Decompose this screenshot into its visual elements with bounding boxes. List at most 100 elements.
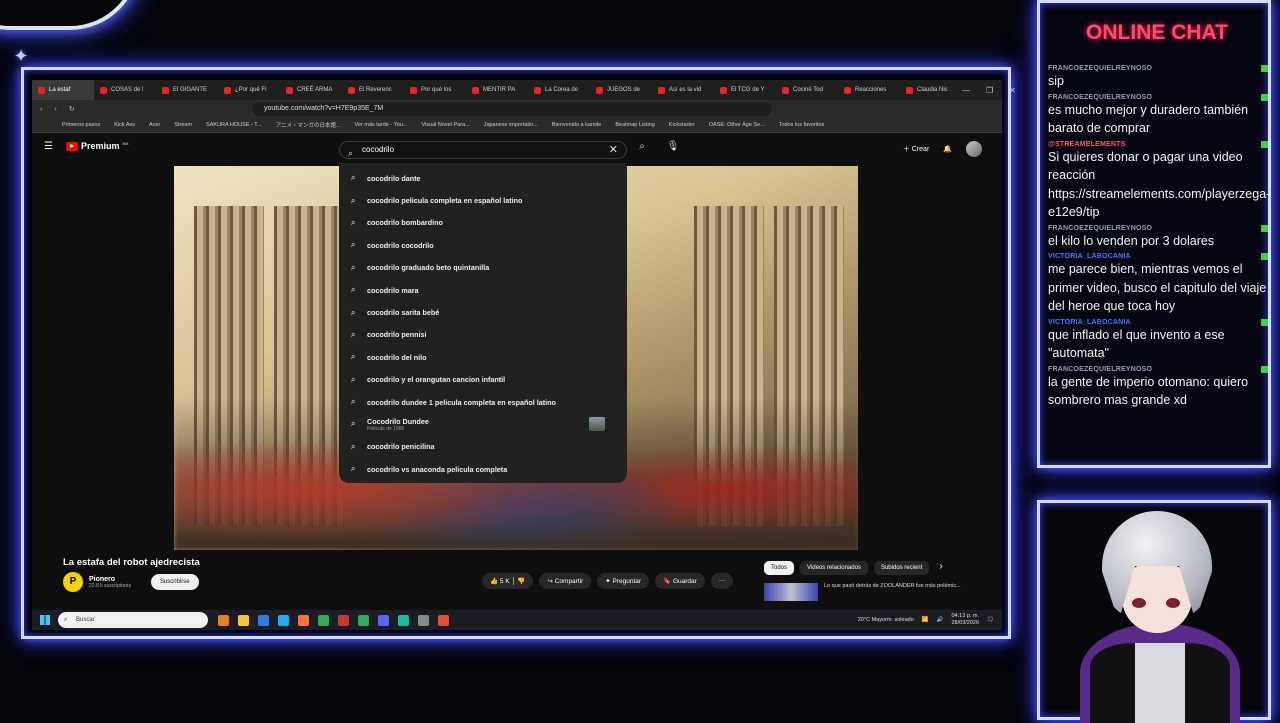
browser-tab[interactable]: La estaf [32, 80, 94, 100]
weather-status[interactable]: 20°C Mayorm. soleado [858, 617, 914, 623]
reload-icon[interactable]: ↻ [69, 105, 75, 113]
browser-tab[interactable]: CREÉ ARMA [280, 80, 342, 100]
browser-tab[interactable]: Cociné Tod [776, 80, 838, 100]
chrome-icon[interactable] [318, 614, 329, 626]
filter-chip[interactable]: Todos [764, 561, 795, 575]
url-field[interactable]: youtube.com/watch?v=H7E9p35E_7M [252, 102, 772, 116]
taskbar-search[interactable]: Buscar [58, 612, 208, 628]
like-count: 5 K [499, 578, 510, 585]
browser-tab[interactable]: El GIGANTE [156, 80, 218, 100]
folder-icon[interactable] [238, 614, 249, 626]
create-button[interactable]: ＋ Crear [903, 144, 929, 154]
avatar-shirt [1135, 643, 1185, 723]
bookmark-item[interactable]: Kickstarter [669, 122, 695, 128]
suggested-video[interactable]: Lo que pasó detrás de ZOOLANDER fue más … [764, 583, 964, 603]
back-icon[interactable]: ‹ [40, 106, 42, 113]
search-suggestion[interactable]: ⌕ cocodrilo graduado beto quintanilla [339, 257, 627, 279]
bookmark-item[interactable]: Acer [149, 122, 160, 128]
steam-icon[interactable] [418, 614, 429, 626]
volume-icon[interactable]: 🔊 [937, 617, 944, 623]
bookmark-item[interactable]: Todos los favoritos [779, 122, 825, 128]
brave-icon[interactable] [218, 614, 229, 626]
search-suggestions-dropdown: ⌕ cocodrilo dante ⌕ cocodrilo pelicula comp… [339, 163, 627, 483]
edge-icon[interactable] [278, 614, 289, 626]
obs-icon[interactable] [438, 614, 449, 626]
app-icon[interactable] [338, 614, 349, 626]
search-suggestion[interactable]: ⌕ cocodrilo vs anaconda pelicula completa [339, 458, 627, 480]
share-button[interactable]: ↪ Compartir [539, 573, 592, 589]
avatar-eye [1166, 598, 1180, 608]
more-actions-button[interactable]: ··· [710, 573, 734, 589]
channel-avatar[interactable]: P [63, 572, 83, 592]
clear-search-icon[interactable]: ✕ [609, 142, 618, 158]
like-button[interactable]: 👍 5 K │ 👎 [482, 573, 534, 589]
filter-chip[interactable]: Subidos recient [873, 561, 930, 575]
search-button[interactable]: ⌕ [632, 141, 652, 159]
firefox-icon[interactable] [298, 614, 309, 626]
dislike-icon[interactable]: 👎 [517, 578, 525, 585]
bookmark-item[interactable]: アニメ・マンガの日本語... [276, 121, 341, 129]
browser-tab[interactable]: Por qué los [404, 80, 466, 100]
close-icon[interactable]: ✕ [1009, 86, 1016, 95]
bookmark-item[interactable]: SAKURA HOUSE - T... [206, 122, 262, 128]
search-input[interactable]: ⌕ cocodrilo ✕ [339, 141, 627, 159]
browser-tab[interactable]: COSAS de l [94, 80, 156, 100]
account-avatar[interactable] [966, 141, 982, 157]
search-suggestion[interactable]: ⌕ cocodrilo mara [339, 279, 627, 301]
ask-button[interactable]: ✦ Preguntar [597, 573, 650, 589]
browser-tab[interactable]: El TCG de Y [714, 80, 776, 100]
bookmark-item[interactable]: Kick Ass [114, 122, 135, 128]
search-suggestion[interactable]: ⌕ cocodrilo pelicula completa en español … [339, 189, 627, 211]
browser-tab[interactable]: MENTIR PA [466, 80, 528, 100]
bookmark-item[interactable]: Visual Novel Para... [421, 122, 469, 128]
browser-tab[interactable]: Reacciones [838, 80, 900, 100]
menu-icon[interactable]: ☰ [44, 141, 53, 152]
notifications-icon[interactable]: 🗨 [987, 617, 994, 623]
search-suggestion[interactable]: ⌕ cocodrilo del nilo [339, 346, 627, 368]
youtube-favicon-icon [534, 86, 541, 94]
app-icon[interactable] [358, 614, 369, 626]
subscribe-button[interactable]: Suscribirse [150, 574, 199, 590]
search-suggestion[interactable]: ⌕ cocodrilo cocodrilo [339, 234, 627, 256]
mic-icon[interactable]: 🎙 [664, 141, 682, 159]
browser-tab[interactable]: Así es la vid [652, 80, 714, 100]
browser-tab[interactable]: JUEGOS de [590, 80, 652, 100]
bell-icon[interactable]: 🔔 [943, 145, 952, 153]
chat-username: FRANCOEZEQUIELREYNOSO [1048, 365, 1153, 373]
chips-next-icon[interactable]: › [935, 561, 946, 575]
bookmark-item[interactable]: Stream [174, 122, 192, 128]
save-button[interactable]: 🔖 Guardar [655, 573, 705, 589]
search-suggestion[interactable]: ⌕ cocodrilo pennisi [339, 324, 627, 346]
search-suggestion[interactable]: ⌕ cocodrilo y el orangutan cancion infant… [339, 369, 627, 391]
bookmark-item[interactable]: Bienvenido a kamite [552, 122, 602, 128]
windows-start-icon[interactable] [40, 615, 50, 625]
youtube-logo[interactable]: Premium MX [66, 141, 129, 151]
bookmark-item[interactable]: Primeros pasos [62, 122, 100, 128]
youtube-favicon-icon [348, 86, 355, 94]
search-suggestion[interactable]: ⌕ Cocodrilo Dundee Película de 1986 [339, 413, 627, 435]
filter-chip[interactable]: Videos relacionados [800, 561, 868, 575]
bookmark-item[interactable]: Ver más tarde - You... [355, 122, 408, 128]
bookmark-item[interactable]: OASE: Other Age Se... [709, 122, 765, 128]
bookmark-item[interactable]: Beatmap Listing [615, 122, 654, 128]
app-icon[interactable] [398, 614, 409, 626]
wifi-icon[interactable]: 📶 [922, 617, 929, 623]
browser-tab[interactable]: ¿Por qué FI [218, 80, 280, 100]
channel-name[interactable]: Pionero [89, 576, 131, 583]
search-suggestion[interactable]: ⌕ cocodrilo penicilina [339, 436, 627, 458]
minimize-icon[interactable]: — [962, 86, 970, 95]
search-suggestion[interactable]: ⌕ cocodrilo sarita bebé [339, 301, 627, 323]
browser-tab[interactable]: El Reverenc [342, 80, 404, 100]
browser-tab[interactable]: La Corea de [528, 80, 590, 100]
restore-icon[interactable]: ❐ [986, 86, 993, 95]
bookmark-item[interactable]: Japanese importatio... [484, 122, 538, 128]
forward-icon[interactable]: › [54, 106, 56, 113]
outlook-icon[interactable] [258, 614, 269, 626]
search-suggestion[interactable]: ⌕ cocodrilo bombardino [339, 212, 627, 234]
search-suggestion[interactable]: ⌕ cocodrilo dante [339, 167, 627, 189]
chat-message: FRANCOEZEQUIELREYNOSO la gente de imperio… [1048, 365, 1268, 410]
browser-tab[interactable]: Claudia Nic [900, 80, 962, 100]
tab-label: ¿Por qué FI [235, 87, 267, 93]
search-suggestion[interactable]: ⌕ cocodrilo dundee 1 pelicula completa en… [339, 391, 627, 413]
app-icon[interactable] [378, 614, 389, 626]
